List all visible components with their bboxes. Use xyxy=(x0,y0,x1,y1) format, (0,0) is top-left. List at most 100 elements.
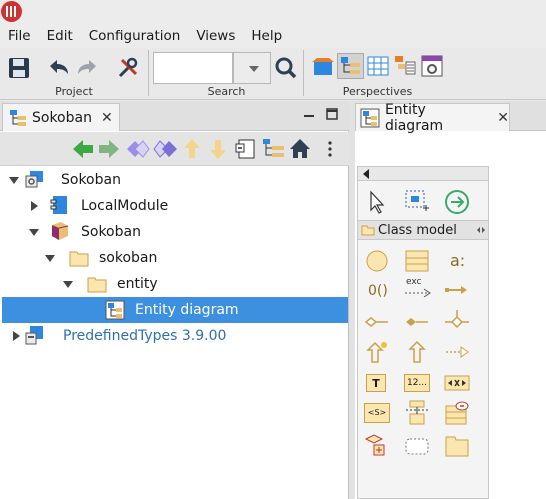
tab-sokoban[interactable]: Sokoban ✕ xyxy=(2,103,120,131)
tree-item-entity-package[interactable]: entity xyxy=(2,271,348,297)
forward-arrow-icon[interactable] xyxy=(97,137,121,161)
instance-link-icon[interactable] xyxy=(404,400,430,426)
project-group: Project xyxy=(0,50,148,100)
class-diagram-icon xyxy=(360,108,380,127)
aggregation-icon[interactable] xyxy=(364,309,390,335)
operation-tool[interactable]: 0() xyxy=(368,283,388,299)
tree-item-label: PredefinedTypes 3.9.00 xyxy=(63,328,227,344)
collapse-all-icon[interactable] xyxy=(234,138,258,160)
diagram-editor-panel: Entity diagram ✕ Class model a: 0() exc xyxy=(355,101,546,499)
package-circle-icon[interactable] xyxy=(364,248,390,274)
perspective-modeling-icon[interactable] xyxy=(311,54,335,78)
generalization-star-icon[interactable] xyxy=(364,339,390,365)
tree-item-label: Entity diagram xyxy=(135,302,239,318)
perspective-tree-icon[interactable] xyxy=(339,54,363,78)
rounded-box-icon[interactable] xyxy=(404,433,430,459)
tools-icon[interactable] xyxy=(116,56,140,80)
search-icon[interactable] xyxy=(274,56,298,80)
expand-toggle-icon[interactable] xyxy=(63,279,73,289)
template-parameter-icon[interactable] xyxy=(364,433,390,459)
palette-section-class-model[interactable]: Class model xyxy=(358,220,488,240)
search-dropdown-button[interactable] xyxy=(233,52,271,84)
library-module-icon xyxy=(25,326,43,345)
enumeration-literal-icon[interactable] xyxy=(444,370,470,396)
prev-element-icon[interactable] xyxy=(125,137,151,161)
realization-icon[interactable] xyxy=(444,339,470,365)
tree-item-sokoban-project[interactable]: Sokoban xyxy=(2,167,348,193)
title-bar xyxy=(0,0,546,24)
close-icon[interactable]: ✕ xyxy=(497,110,509,126)
nary-association-icon[interactable] xyxy=(444,309,470,335)
palette-collapse-toggle[interactable] xyxy=(358,167,488,181)
expand-toggle-icon[interactable] xyxy=(45,253,55,263)
class-icon[interactable] xyxy=(404,248,430,274)
menu-edit[interactable]: Edit xyxy=(39,24,81,48)
package-folder-tool-icon[interactable] xyxy=(444,433,470,459)
tab-entity-diagram[interactable]: Entity diagram ✕ xyxy=(355,102,510,134)
tree-item-label: Sokoban xyxy=(61,172,121,188)
expand-toggle-icon[interactable] xyxy=(29,201,39,211)
menu-configuration[interactable]: Configuration xyxy=(81,24,189,48)
undo-icon[interactable] xyxy=(47,56,71,80)
generalization-icon[interactable] xyxy=(404,339,430,365)
tree-item-label: LocalModule xyxy=(81,198,169,214)
search-group-label: Search xyxy=(207,85,246,98)
minimize-icon[interactable] xyxy=(302,107,316,121)
module-icon xyxy=(50,196,67,214)
template-class-icon[interactable] xyxy=(444,400,470,426)
move-down-icon[interactable] xyxy=(208,137,228,161)
main-toolbar: Project Search Perspectives xyxy=(0,48,546,100)
enumeration-tool[interactable]: 12... xyxy=(404,374,430,392)
maximize-icon[interactable] xyxy=(325,107,339,121)
select-pointer-icon[interactable] xyxy=(364,189,390,215)
marquee-select-icon[interactable] xyxy=(404,189,430,215)
app-logo-icon xyxy=(1,1,22,22)
tree-item-sokoban-model[interactable]: Sokoban xyxy=(2,219,348,245)
expand-toggle-icon[interactable] xyxy=(9,175,19,185)
move-up-icon[interactable] xyxy=(182,137,202,161)
more-options-icon[interactable] xyxy=(326,139,334,159)
perspective-grid-icon[interactable] xyxy=(366,54,390,78)
tree-item-predefinedtypes[interactable]: PredefinedTypes 3.9.00 xyxy=(2,323,348,349)
diagram-palette: Class model a: 0() exc T 12... <S> xyxy=(357,166,489,499)
close-icon[interactable]: ✕ xyxy=(101,110,113,126)
back-arrow-icon[interactable] xyxy=(71,137,95,161)
explorer-tab-bar: Sokoban ✕ xyxy=(0,101,349,131)
project-icon xyxy=(25,171,43,188)
search-input[interactable] xyxy=(153,52,233,84)
exception-tool[interactable]: exc xyxy=(404,277,432,301)
perspective-settings-icon[interactable] xyxy=(420,54,444,78)
tree-item-localmodule[interactable]: LocalModule xyxy=(2,193,348,219)
menu-file[interactable]: File xyxy=(0,24,39,48)
data-type-tool[interactable]: T xyxy=(366,374,386,392)
editor-tab-bar: Entity diagram ✕ xyxy=(355,101,546,134)
menu-views[interactable]: Views xyxy=(188,24,243,48)
save-icon[interactable] xyxy=(7,56,31,80)
association-arrow-icon[interactable] xyxy=(444,277,470,303)
tree-item-label: sokoban xyxy=(99,250,158,266)
navigate-arrow-icon[interactable] xyxy=(444,189,470,215)
signal-tool[interactable]: <S> xyxy=(364,403,390,423)
composition-icon[interactable] xyxy=(404,309,430,335)
redo-icon[interactable] xyxy=(75,56,99,80)
attribute-tool[interactable]: a: xyxy=(450,251,465,270)
expand-toggle-icon[interactable] xyxy=(11,331,21,341)
menu-help[interactable]: Help xyxy=(243,24,290,48)
perspective-folders-icon[interactable] xyxy=(393,54,417,78)
section-folder-icon xyxy=(361,225,375,236)
tree-item-sokoban-package[interactable]: sokoban xyxy=(2,245,348,271)
toolbar-separator xyxy=(303,50,304,96)
tree-item-entity-diagram[interactable]: Entity diagram xyxy=(2,297,348,323)
section-expand-icon[interactable] xyxy=(476,226,486,234)
show-tree-icon[interactable] xyxy=(261,137,287,161)
perspectives-group-label: Perspectives xyxy=(342,85,413,98)
next-element-icon[interactable] xyxy=(152,137,178,161)
home-icon[interactable] xyxy=(289,137,311,161)
package-folder-icon xyxy=(69,251,89,267)
exception-label: exc xyxy=(406,277,422,287)
explorer-toolbar xyxy=(0,132,349,166)
model-explorer-panel: Sokoban ✕ Sokoban LocalModule Sokoban so… xyxy=(0,101,349,499)
raise-arrow-icon xyxy=(405,288,431,298)
menu-bar: File Edit Configuration Views Help xyxy=(0,24,546,48)
expand-toggle-icon[interactable] xyxy=(29,227,39,237)
